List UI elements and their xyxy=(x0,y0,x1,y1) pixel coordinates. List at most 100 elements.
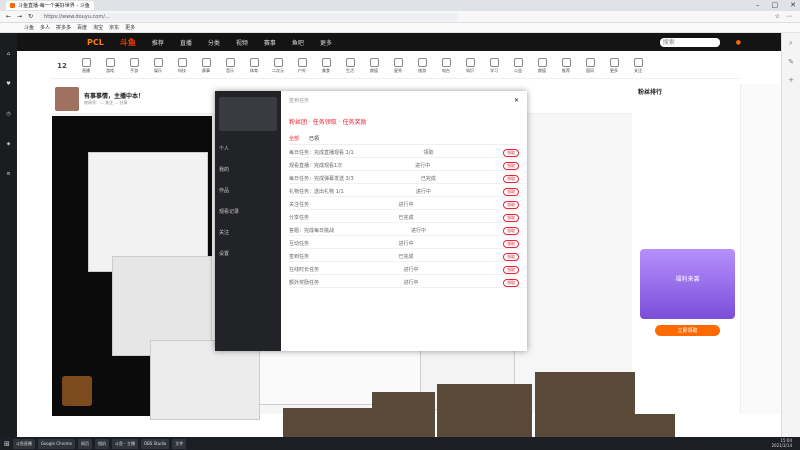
site-logo[interactable]: 斗鱼 xyxy=(120,37,136,48)
category-item[interactable]: 颜值 xyxy=(362,57,386,74)
tab-claimed[interactable]: 已领 xyxy=(309,135,319,142)
claim-button[interactable]: 领取 xyxy=(503,174,519,183)
claim-button[interactable]: 领取 xyxy=(503,239,519,248)
claim-button[interactable]: 领取 xyxy=(503,265,519,274)
claim-button[interactable]: 领取 xyxy=(503,213,519,222)
taskbar-item[interactable]: 文件 xyxy=(172,438,187,449)
nav-item[interactable]: 更多 xyxy=(320,38,332,47)
category-item[interactable]: 美食 xyxy=(314,57,338,74)
bookmark-item[interactable]: 更多 xyxy=(125,24,135,31)
bookmark-item[interactable]: 百度 xyxy=(77,24,87,31)
category-item[interactable]: 二次元 xyxy=(266,57,290,74)
more-icon[interactable]: ≡ xyxy=(6,171,10,177)
dialog-menu-item[interactable]: 作品 xyxy=(219,187,277,194)
nav-item[interactable]: 分类 xyxy=(208,38,220,47)
category-item[interactable]: 手游 xyxy=(122,57,146,74)
start-icon[interactable]: ⊞ xyxy=(4,440,10,448)
task-row: 答题：完成每日挑战 进行中 领取 xyxy=(289,226,519,236)
home-icon[interactable]: ⌂ xyxy=(7,51,10,57)
window-controls: – □ ✕ xyxy=(756,1,796,9)
taskbar-item[interactable]: Google Chrome xyxy=(37,438,75,449)
category-item[interactable]: 生活 xyxy=(338,57,362,74)
forward-icon[interactable]: → xyxy=(17,13,22,20)
category-item[interactable]: 户外 xyxy=(290,57,314,74)
back-icon[interactable]: ← xyxy=(6,13,11,20)
left-sidebar: ⌂ ♥ ◷ ◈ ≡ xyxy=(0,33,17,437)
task-row: 分享任务 已完成 领取 xyxy=(289,213,519,223)
category-item[interactable]: 体育 xyxy=(242,57,266,74)
search-icon[interactable]: ⌕ xyxy=(789,39,793,48)
site-brand[interactable]: PCL xyxy=(87,38,104,47)
category-item[interactable]: 星秀 xyxy=(386,57,410,74)
streamer-avatar[interactable] xyxy=(55,86,79,111)
category-item[interactable]: 关注 xyxy=(626,57,650,74)
nav-item[interactable]: 直播 xyxy=(180,38,192,47)
browser-tab[interactable]: 斗鱼直播-每一个美好世界 - 斗鱼 xyxy=(6,1,94,10)
category-item[interactable]: 电台 xyxy=(434,57,458,74)
dialog-menu-item[interactable]: 关注 xyxy=(219,229,277,236)
claim-button[interactable]: 领取 xyxy=(503,148,519,157)
game-icon[interactable]: ◈ xyxy=(7,141,11,147)
menu-icon[interactable]: ⋯ xyxy=(786,13,792,20)
bookmark-item[interactable]: 多人 xyxy=(40,24,50,31)
maximize-icon[interactable]: □ xyxy=(772,1,779,9)
claim-button[interactable]: 领取 xyxy=(503,187,519,196)
category-item[interactable]: 推荐 xyxy=(554,57,578,74)
dialog-menu-item[interactable]: 设置 xyxy=(219,250,277,257)
category-item[interactable]: 颜值 xyxy=(530,57,554,74)
gift-icon[interactable] xyxy=(62,376,92,406)
category-item[interactable]: 游戏 xyxy=(98,57,122,74)
nav-item[interactable]: 视频 xyxy=(236,38,248,47)
reload-icon[interactable]: ↻ xyxy=(28,13,33,20)
category-item[interactable]: 直播 xyxy=(74,57,98,74)
taskbar-item[interactable]: 网页 xyxy=(77,438,92,449)
category-item[interactable]: 音乐 xyxy=(218,57,242,74)
category-item[interactable]: 公益 xyxy=(506,57,530,74)
dialog-menu-item[interactable]: 个人 xyxy=(219,145,277,152)
url-field[interactable]: https://www.douyu.com/... xyxy=(39,12,460,21)
claim-button[interactable]: 领取 xyxy=(503,278,519,287)
taskbar-item[interactable]: 斗鱼 - 主播 xyxy=(111,438,138,449)
category-item[interactable]: 知识 xyxy=(458,57,482,74)
nav-item[interactable]: 鱼吧 xyxy=(292,38,304,47)
follow-icon[interactable]: ♥ xyxy=(6,81,10,87)
dialog-menu-item[interactable]: 观看记录 xyxy=(219,208,277,215)
taskbar-item[interactable]: OBS Studio xyxy=(140,438,170,449)
bookmark-item[interactable]: 拼多多 xyxy=(56,24,71,31)
user-avatar-icon[interactable]: ● xyxy=(736,39,741,46)
claim-button[interactable]: 领取 xyxy=(503,200,519,209)
nav-item[interactable]: 赛事 xyxy=(264,38,276,47)
star-icon[interactable]: ☆ xyxy=(775,13,780,20)
promo-banner[interactable]: 福利来袭 xyxy=(640,249,735,319)
nav-item[interactable]: 推荐 xyxy=(152,38,164,47)
nested-screen xyxy=(88,152,208,272)
claim-button[interactable]: 领取 xyxy=(502,161,519,170)
category-item[interactable]: 科技 xyxy=(170,57,194,74)
category-item[interactable]: 国风 xyxy=(578,57,602,74)
category-item[interactable]: 赛事 xyxy=(194,57,218,74)
claim-button[interactable]: 领取 xyxy=(503,252,519,261)
bookmark-item[interactable]: 斗鱼 xyxy=(24,24,34,31)
minimize-icon[interactable]: – xyxy=(756,1,760,9)
fans-title: 粉丝排行 xyxy=(638,89,663,96)
system-clock[interactable]: 15:04 2021/3/14 xyxy=(771,438,792,448)
taskbar-item[interactable]: 斗鱼直播 xyxy=(12,438,35,449)
search-input[interactable]: 搜索 xyxy=(659,37,720,47)
live-count: 12 xyxy=(57,61,67,70)
dialog-menu-item[interactable]: 我的 xyxy=(219,166,277,173)
category-item[interactable]: 更多 xyxy=(602,57,626,74)
history-icon[interactable]: ◷ xyxy=(6,111,10,117)
dialog-close-icon[interactable]: ✕ xyxy=(514,97,519,104)
claim-button[interactable]: 立即领取 xyxy=(655,325,720,336)
category-item[interactable]: 学习 xyxy=(482,57,506,74)
tools-icon[interactable]: ✎ xyxy=(788,58,794,66)
tab-all[interactable]: 全部 xyxy=(289,135,299,142)
claim-button[interactable]: 领取 xyxy=(503,226,519,235)
category-item[interactable]: 旅游 xyxy=(410,57,434,74)
add-icon[interactable]: + xyxy=(788,76,794,84)
category-item[interactable]: 娱乐 xyxy=(146,57,170,74)
bookmark-item[interactable]: 京东 xyxy=(109,24,119,31)
bookmark-item[interactable]: 淘宝 xyxy=(93,24,103,31)
taskbar-item[interactable]: 相机 xyxy=(94,438,109,449)
close-icon[interactable]: ✕ xyxy=(790,1,796,9)
